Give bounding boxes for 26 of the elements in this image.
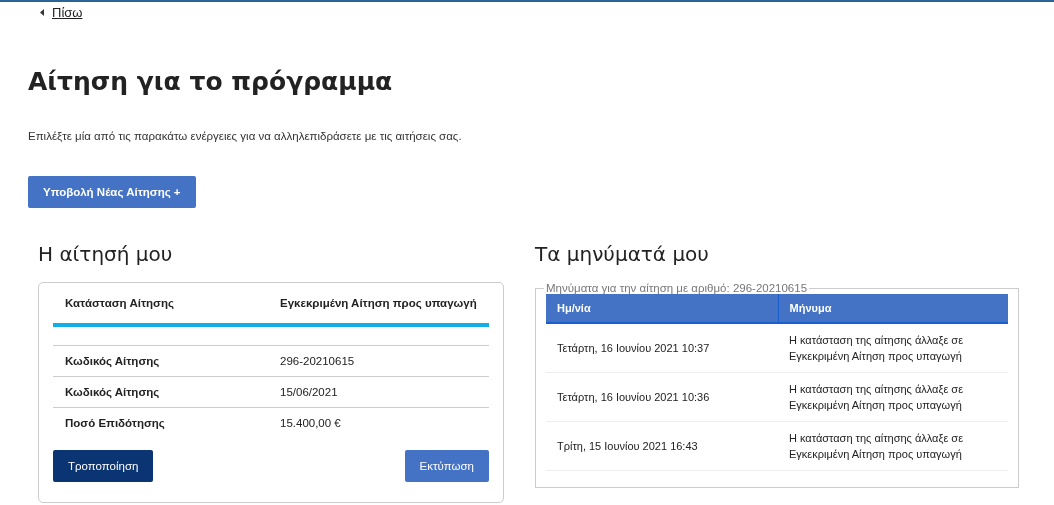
field-value: 296-20210615: [280, 355, 356, 367]
panel-legend: Μηνύματα για την αίτηση με αριθμό: 296-20210615: [544, 282, 810, 294]
page-title: Αίτηση για το πρόγραμμα: [28, 67, 394, 96]
status-value: Εγκεκριμένη Αίτηση προς υπαγωγή: [280, 297, 477, 309]
field-label: Κατάσταση Αίτησης: [65, 297, 175, 309]
new-application-button[interactable]: Υποβολή Νέας Αίτησης +: [28, 176, 196, 208]
field-label: Ποσό Επιδότησης: [65, 417, 166, 429]
section-heading: Η αίτησή μου: [38, 242, 174, 266]
date-cell: Τετάρτη, 16 Ιουνίου 2021 10:37: [546, 323, 778, 373]
intro-text: Επιλέξτε μία από τις παρακάτω ενέργειες για να αλληλεπιδράσετε με τις αιτήσεις σας.: [28, 130, 463, 142]
column-header: Μήνυμα: [778, 294, 1008, 323]
field-value: 15.400,00 €: [280, 417, 342, 429]
print-button[interactable]: Εκτύπωση: [404, 450, 489, 482]
date-cell: Τετάρτη, 16 Ιουνίου 2021 10:36: [546, 372, 778, 422]
message-cell: Η κατάσταση της αίτησης άλλαξε σε Εγκεκριμένη Αίτηση προς υπαγωγή: [778, 323, 1008, 373]
edit-button[interactable]: Τροποποίηση: [53, 450, 154, 482]
column-header: Ημ/νία: [546, 294, 778, 323]
field-label: Κωδικός Αίτησης: [65, 355, 161, 367]
section-heading: Τα μηνύματά μου: [535, 242, 710, 266]
field-value: 15/06/2021: [280, 386, 339, 398]
caret-icon: [40, 9, 44, 16]
field-label: Κωδικός Αίτησης: [65, 386, 161, 398]
message-cell: Η κατάσταση της αίτησης άλλαξε σε Εγκεκριμένη Αίτηση προς υπαγωγή: [778, 372, 1008, 422]
date-cell: Τρίτη, 15 Ιουνίου 2021 16:43: [546, 421, 778, 471]
message-cell: Η κατάσταση της αίτησης άλλαξε σε Εγκεκριμένη Αίτηση προς υπαγωγή: [778, 421, 1008, 471]
back-link[interactable]: Πίσω: [40, 5, 83, 20]
